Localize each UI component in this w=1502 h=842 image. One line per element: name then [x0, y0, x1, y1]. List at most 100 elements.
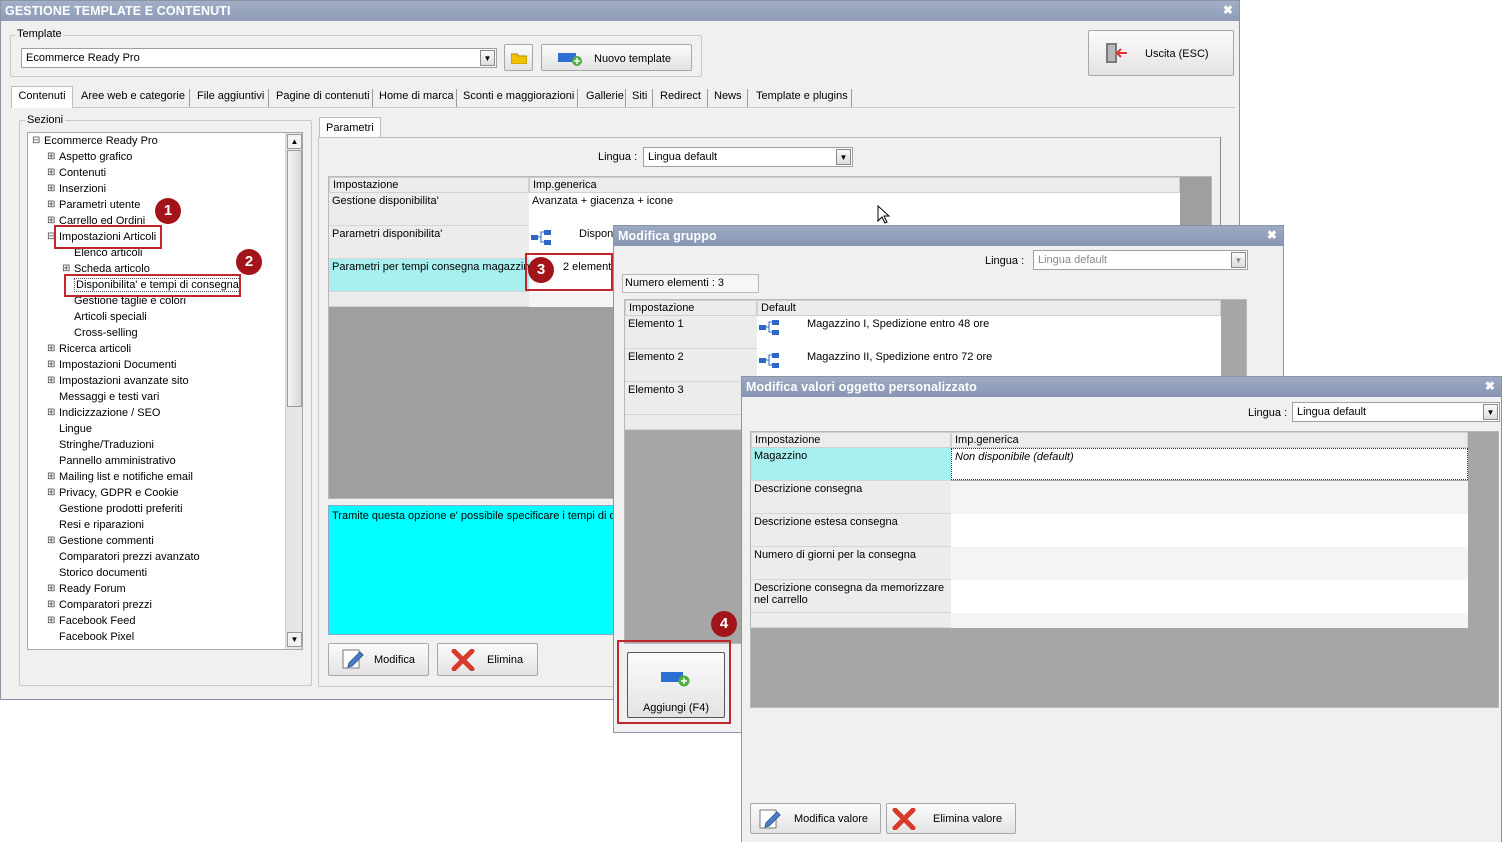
grid-row-label[interactable]: Gestione disponibilita' — [329, 193, 529, 226]
tab-siti[interactable]: Siti — [632, 89, 647, 107]
tree-item[interactable]: Parametri utente — [59, 199, 140, 211]
tree-item[interactable]: Inserzioni — [59, 183, 106, 195]
values-row-value-selected[interactable]: Non disponibile (default) — [951, 448, 1468, 480]
tree-item[interactable]: Ricerca articoli — [59, 343, 131, 355]
tab-template-plugins[interactable]: Template e plugins — [756, 89, 848, 107]
tree-item[interactable]: Aspetto grafico — [59, 151, 132, 163]
group-row-label[interactable]: Elemento 1 — [625, 316, 757, 349]
template-select[interactable]: Ecommerce Ready Pro ▼ — [21, 48, 497, 68]
expand-icon[interactable]: ⊞ — [47, 199, 55, 210]
values-header-label: Imp.generica — [955, 434, 1019, 446]
tab-contenuti[interactable]: Contenuti — [11, 86, 73, 108]
group-row-value[interactable]: Magazzino I, Spedizione entro 48 ore — [757, 316, 1221, 349]
tree-item[interactable]: Facebook Pixel — [59, 631, 134, 643]
tab-home-marca[interactable]: Home di marca — [379, 89, 454, 107]
tree-item[interactable]: Comparatori prezzi avanzato — [59, 551, 200, 563]
tree-item[interactable]: Storico documenti — [59, 567, 147, 579]
values-row-label[interactable]: Descrizione consegna — [751, 481, 951, 514]
tree-item[interactable]: Stringhe/Traduzioni — [59, 439, 154, 451]
tab-label: Gallerie — [586, 90, 624, 102]
values-header-value: Imp.generica — [951, 432, 1468, 448]
grid-row-label[interactable]: Parametri disponibilita' — [329, 226, 529, 259]
tree-item[interactable]: Facebook Feed — [59, 615, 135, 627]
expand-icon[interactable]: ⊞ — [47, 407, 55, 418]
tab-aree-web[interactable]: Aree web e categorie — [81, 89, 185, 107]
expand-icon[interactable]: ⊞ — [47, 487, 55, 498]
close-icon[interactable]: ✖ — [1485, 379, 1495, 393]
lingua-select[interactable]: Lingua default ▼ — [643, 147, 853, 167]
tree-item[interactable]: Lingue — [59, 423, 92, 435]
expand-icon[interactable]: ⊞ — [47, 343, 55, 354]
values-row-label[interactable]: Descrizione estesa consegna — [751, 514, 951, 547]
chevron-down-icon[interactable]: ▼ — [836, 149, 851, 165]
expand-icon[interactable]: ⊞ — [47, 183, 55, 194]
expand-icon[interactable]: ⊞ — [62, 263, 70, 274]
delete-value-button[interactable]: Elimina valore — [886, 803, 1016, 834]
modify-button[interactable]: Modifica — [328, 643, 429, 676]
tree-item[interactable]: Comparatori prezzi — [59, 599, 152, 611]
tab-label: Siti — [632, 90, 648, 102]
group-lingua-select[interactable]: Lingua default ▼ — [1033, 250, 1248, 270]
tree-item[interactable]: Contenuti — [59, 167, 106, 179]
expand-icon[interactable]: ⊞ — [47, 359, 55, 370]
scroll-down-arrow[interactable]: ▼ — [287, 632, 302, 647]
grid-row-value[interactable]: Avanzata + giacenza + icone — [529, 193, 1180, 226]
close-icon[interactable]: ✖ — [1267, 228, 1277, 242]
tab-pagine[interactable]: Pagine di contenuti — [276, 89, 370, 107]
exit-button[interactable]: Uscita (ESC) — [1088, 30, 1234, 76]
expand-icon[interactable]: ⊞ — [47, 375, 55, 386]
group-row-label[interactable]: Elemento 3 — [625, 382, 757, 415]
new-template-button[interactable]: Nuovo template — [541, 44, 692, 71]
modify-value-button[interactable]: Modifica valore — [750, 803, 881, 834]
tree-item[interactable]: Gestione prodotti preferiti — [59, 503, 183, 515]
tree-item[interactable]: Indicizzazione / SEO — [59, 407, 161, 419]
collapse-icon[interactable]: ⊟ — [32, 135, 40, 146]
values-row-label[interactable]: Descrizione consegna da memorizzare nel … — [751, 580, 951, 613]
group-dialog-title: Modifica gruppo — [618, 229, 717, 243]
expand-icon[interactable]: ⊞ — [47, 167, 55, 178]
tab-sconti[interactable]: Sconti e maggiorazioni — [463, 89, 574, 107]
folder-button[interactable] — [504, 44, 533, 71]
tree-item[interactable]: Pannello amministrativo — [59, 455, 176, 467]
tree-item[interactable]: Privacy, GDPR e Cookie — [59, 487, 179, 499]
values-row-value[interactable] — [951, 580, 1468, 613]
values-row-label[interactable]: Numero di giorni per la consegna — [751, 547, 951, 580]
tree-scrollbar[interactable]: ▲ ▼ — [285, 133, 302, 649]
tree-item[interactable]: Articoli speciali — [74, 311, 147, 323]
chevron-down-icon[interactable]: ▼ — [480, 50, 495, 66]
tab-file-aggiuntivi[interactable]: File aggiuntivi — [197, 89, 264, 107]
tab-gallerie[interactable]: Gallerie — [586, 89, 624, 107]
values-row-value[interactable] — [951, 514, 1468, 547]
close-icon[interactable]: ✖ — [1223, 3, 1233, 17]
params-tab[interactable]: Parametri — [319, 117, 381, 138]
values-row-label-selected[interactable]: Magazzino — [751, 448, 951, 481]
tree-item[interactable]: Ready Forum — [59, 583, 126, 595]
tab-redirect[interactable]: Redirect — [660, 89, 701, 107]
tree-item[interactable]: Resi e riparazioni — [59, 519, 144, 531]
values-lingua-select[interactable]: Lingua default ▼ — [1292, 402, 1500, 422]
tree-item[interactable]: Impostazioni avanzate sito — [59, 375, 189, 387]
grid-row-label-selected[interactable]: Parametri per tempi consegna magazzini — [329, 259, 529, 292]
values-row-value[interactable] — [951, 481, 1468, 514]
tree-item[interactable]: Ecommerce Ready Pro — [44, 135, 158, 147]
tree-item[interactable]: Cross-selling — [74, 327, 138, 339]
expand-icon[interactable]: ⊞ — [47, 615, 55, 626]
tree-item[interactable]: Mailing list e notifiche email — [59, 471, 193, 483]
tree-item[interactable]: Messaggi e testi vari — [59, 391, 159, 403]
scroll-up-arrow[interactable]: ▲ — [287, 134, 302, 149]
tree-item[interactable]: Impostazioni Documenti — [59, 359, 176, 371]
expand-icon[interactable]: ⊞ — [47, 583, 55, 594]
delete-button[interactable]: Elimina — [437, 643, 538, 676]
tab-news[interactable]: News — [714, 89, 742, 107]
chevron-down-icon[interactable]: ▼ — [1483, 404, 1498, 420]
expand-icon[interactable]: ⊞ — [47, 535, 55, 546]
tree-item[interactable]: Gestione commenti — [59, 535, 154, 547]
chevron-down-icon[interactable]: ▼ — [1231, 252, 1246, 268]
expand-icon[interactable]: ⊞ — [47, 471, 55, 482]
expand-icon[interactable]: ⊞ — [47, 599, 55, 610]
values-row-value[interactable] — [951, 547, 1468, 580]
description-box: Tramite questa opzione e' possibile spec… — [328, 505, 618, 635]
scroll-thumb[interactable] — [287, 150, 302, 407]
expand-icon[interactable]: ⊞ — [47, 151, 55, 162]
group-row-label[interactable]: Elemento 2 — [625, 349, 757, 382]
